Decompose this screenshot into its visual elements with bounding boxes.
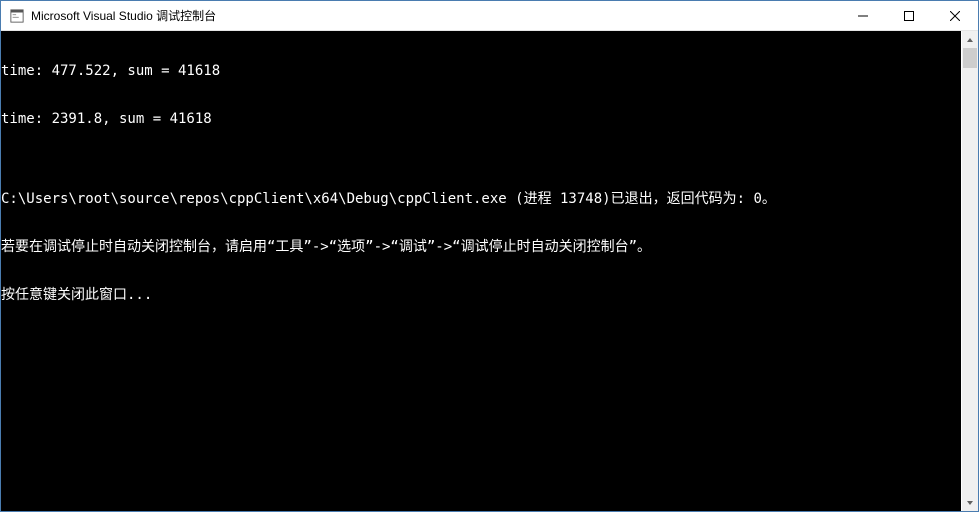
scroll-down-button[interactable]: [962, 494, 978, 511]
console-output[interactable]: time: 477.522, sum = 41618 time: 2391.8,…: [1, 31, 961, 511]
scrollbar-track[interactable]: [962, 48, 978, 494]
close-button[interactable]: [932, 1, 978, 30]
console-line: time: 477.522, sum = 41618: [1, 63, 961, 79]
app-icon: [9, 8, 25, 24]
console-line: time: 2391.8, sum = 41618: [1, 111, 961, 127]
window-controls: [840, 1, 978, 30]
console-line: C:\Users\root\source\repos\cppClient\x64…: [1, 191, 961, 207]
vertical-scrollbar[interactable]: [961, 31, 978, 511]
maximize-button[interactable]: [886, 1, 932, 30]
console-line: 按任意键关闭此窗口...: [1, 287, 961, 303]
titlebar: Microsoft Visual Studio 调试控制台: [1, 1, 978, 31]
scroll-up-button[interactable]: [962, 31, 978, 48]
console-line: 若要在调试停止时自动关闭控制台，请启用“工具”->“选项”->“调试”->“调试…: [1, 239, 961, 255]
window-title: Microsoft Visual Studio 调试控制台: [31, 7, 840, 24]
console-area: time: 477.522, sum = 41618 time: 2391.8,…: [1, 31, 978, 511]
minimize-button[interactable]: [840, 1, 886, 30]
scrollbar-thumb[interactable]: [963, 48, 977, 68]
